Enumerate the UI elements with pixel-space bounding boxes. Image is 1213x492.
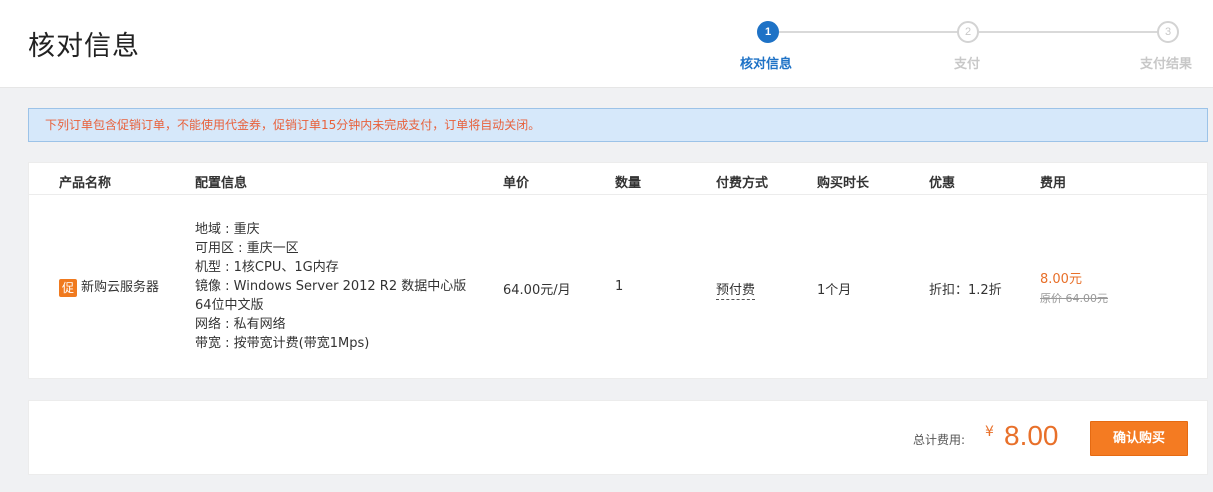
step-2-indicator: 2 — [957, 21, 979, 43]
step-3-label: 支付结果 — [1140, 57, 1193, 72]
column-header: 优惠 — [929, 176, 956, 191]
promo-badge: 促 — [59, 278, 77, 297]
config-network: 网络 : 私有网络 — [195, 317, 286, 332]
promo-notice: 下列订单包含促销订单，不能使用代金券，促销订单15分钟内未完成支付，订单将自动关… — [28, 108, 1208, 142]
progress-steps: 1 核对信息 2 支付 3 支付结果 — [0, 0, 1213, 88]
step-1-indicator: 1 — [757, 21, 779, 43]
total-label: 总计费用: — [913, 433, 966, 447]
page-header: 核对信息 1 核对信息 2 支付 3 支付结果 — [0, 0, 1213, 88]
fee-amount: 8.00元 — [1040, 272, 1082, 287]
column-header: 产品名称 — [59, 176, 112, 191]
config-region: 地域 : 重庆 — [195, 222, 260, 237]
pay-type[interactable]: 预付费 — [716, 283, 756, 300]
config-image-cont: 64位中文版 — [195, 298, 264, 313]
step-connector — [979, 31, 1159, 33]
column-header: 付费方式 — [716, 176, 769, 191]
pay-type-cell: 预付费 — [716, 279, 756, 300]
confirm-purchase-button[interactable]: 确认购买 — [1090, 421, 1188, 456]
discount: 折扣：1.2折 — [929, 283, 1002, 298]
order-table: 产品名称 配置信息 单价 数量 付费方式 购买时长 优惠 费用 促新购云服务器 … — [28, 162, 1208, 379]
unit-price: 64.00元/月 — [503, 283, 571, 298]
column-header: 数量 — [615, 176, 642, 191]
config-bandwidth: 带宽 : 按带宽计费(带宽1Mps) — [195, 336, 370, 351]
config-image: 镜像 : Windows Server 2012 R2 数据中心版 — [195, 279, 467, 294]
config-zone: 可用区 : 重庆一区 — [195, 241, 299, 256]
product-name-cell: 促新购云服务器 — [59, 276, 159, 297]
currency-symbol: ¥ — [985, 424, 994, 440]
step-1-label: 核对信息 — [740, 57, 793, 72]
product-name: 新购云服务器 — [81, 280, 160, 295]
column-header: 费用 — [1040, 176, 1067, 191]
column-header: 购买时长 — [817, 176, 870, 191]
table-header: 产品名称 配置信息 单价 数量 付费方式 购买时长 优惠 费用 — [29, 163, 1207, 195]
step-connector — [779, 31, 959, 33]
step-2-label: 支付 — [954, 57, 981, 72]
original-fee: 原价 64.00元 — [1040, 292, 1108, 305]
duration: 1个月 — [817, 283, 852, 298]
order-summary: 总计费用: ¥ 8.00 确认购买 — [28, 400, 1208, 475]
step-3-indicator: 3 — [1157, 21, 1179, 43]
config-info: 地域 : 重庆 可用区 : 重庆一区 机型 : 1核CPU、1G内存 镜像 : … — [195, 220, 466, 353]
total-amount: 8.00 — [1004, 420, 1059, 451]
column-header: 单价 — [503, 176, 530, 191]
column-header: 配置信息 — [195, 176, 248, 191]
fee-cell: 8.00元 原价 64.00元 — [1040, 268, 1108, 306]
quantity: 1 — [615, 279, 624, 294]
config-instance-type: 机型 : 1核CPU、1G内存 — [195, 260, 339, 275]
